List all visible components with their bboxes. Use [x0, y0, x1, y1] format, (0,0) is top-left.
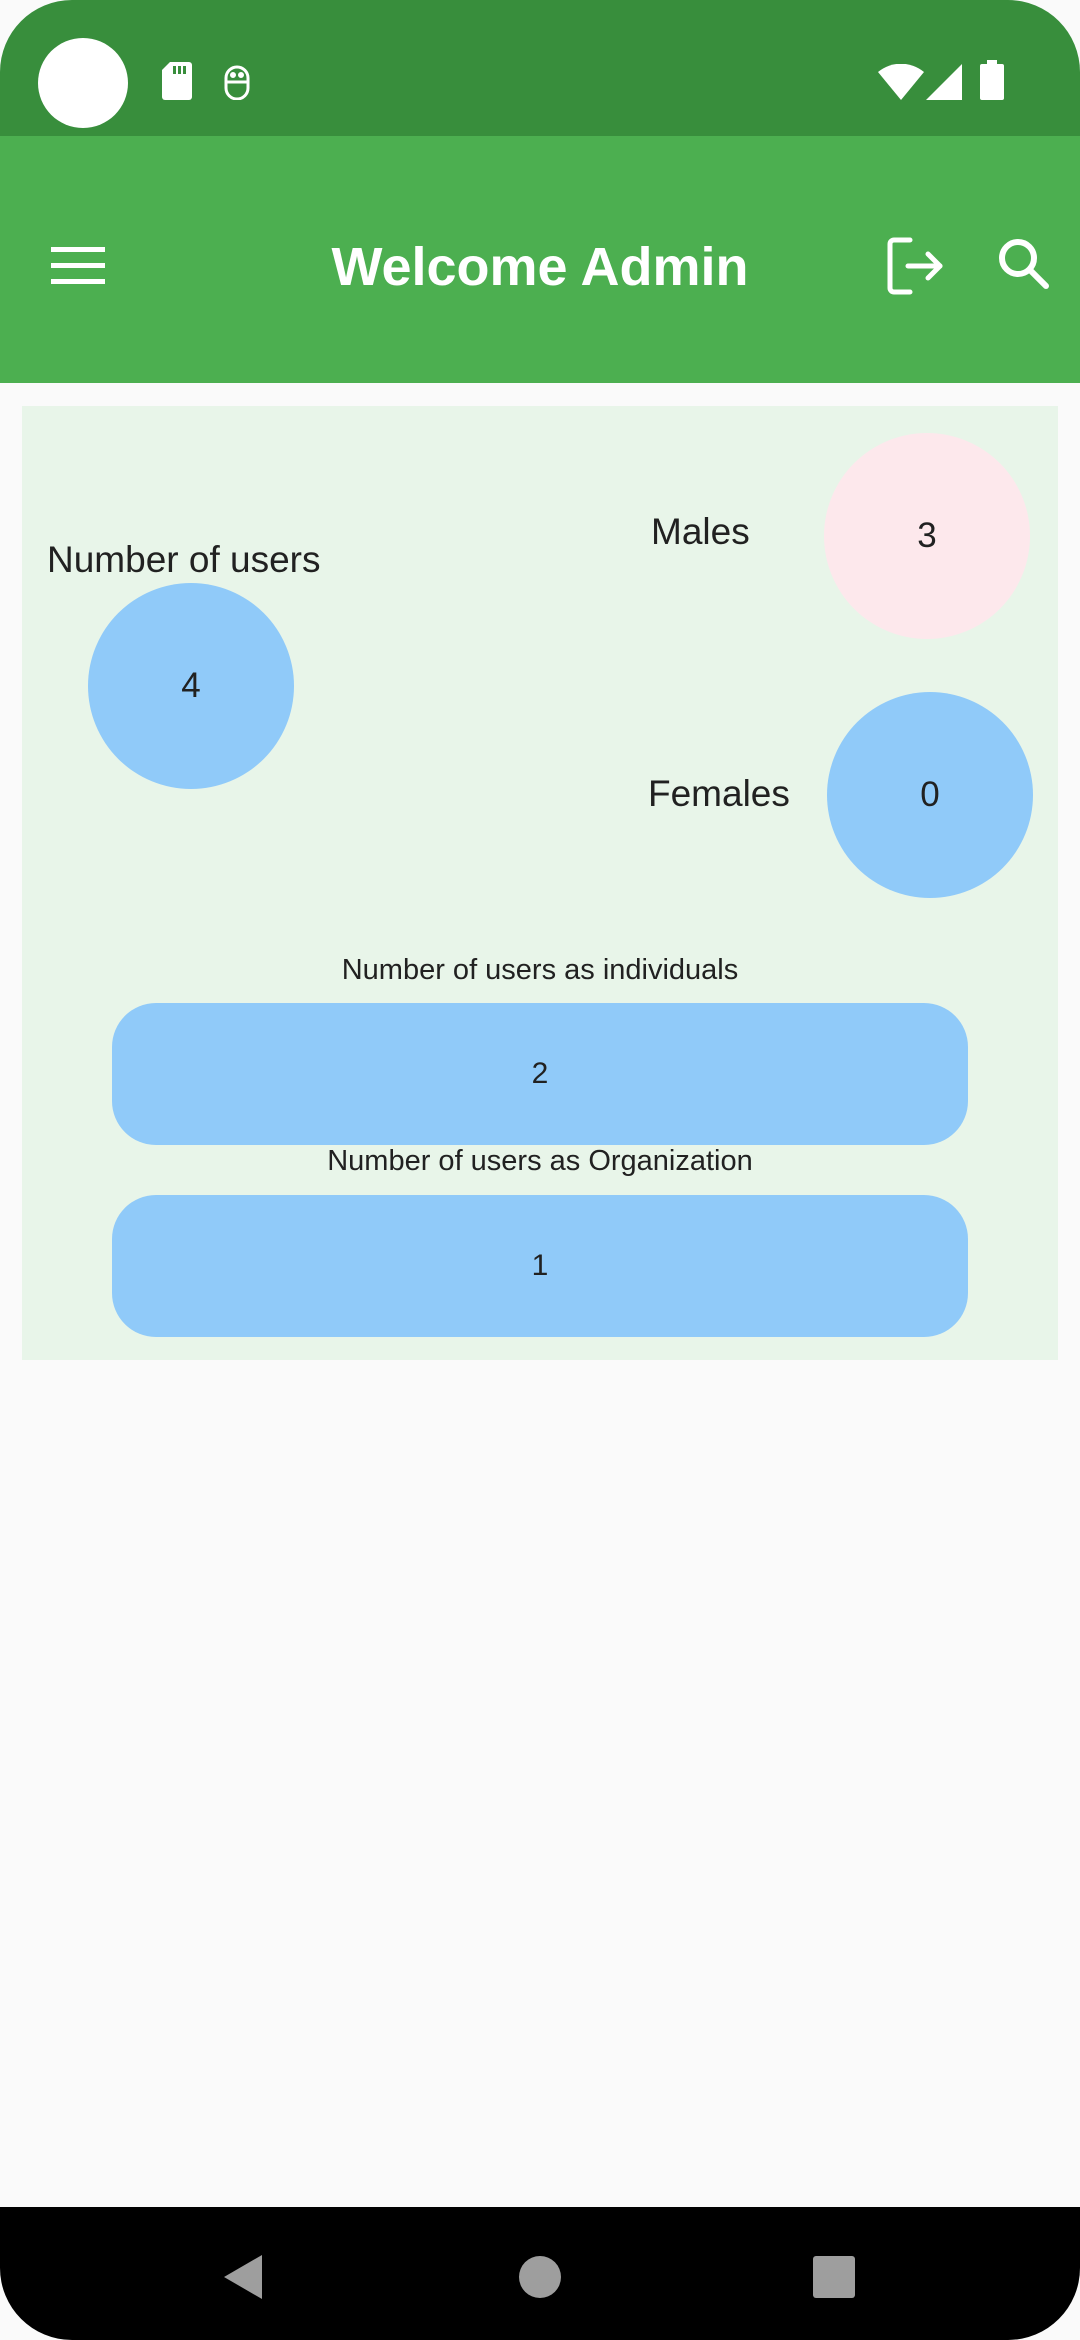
cell-signal-icon	[926, 64, 962, 105]
males-circle: 3	[824, 433, 1030, 639]
total-users-label: Number of users	[47, 539, 321, 580]
stats-panel: Number of users 4 Males 3 Females 0 Numb…	[22, 406, 1058, 1360]
males-value: 3	[917, 516, 937, 555]
android-debug-icon	[222, 62, 252, 105]
organization-label: Number of users as Organization	[327, 1145, 753, 1177]
males-label: Males	[651, 511, 750, 552]
home-icon[interactable]	[516, 2253, 564, 2301]
females-value: 0	[920, 775, 940, 814]
search-icon	[990, 239, 1062, 306]
logout-icon	[880, 237, 952, 306]
recents-icon[interactable]	[810, 2253, 858, 2301]
battery-icon	[980, 60, 1004, 105]
sd-card-icon	[162, 62, 192, 105]
search-button[interactable]	[990, 230, 1062, 302]
wifi-icon	[878, 63, 924, 105]
individuals-card: 2	[112, 1003, 968, 1145]
total-users-circle: 4	[88, 583, 294, 789]
total-users-value: 4	[181, 666, 201, 705]
logout-button[interactable]	[880, 230, 952, 302]
individuals-label: Number of users as individuals	[341, 954, 739, 986]
back-icon[interactable]	[220, 2253, 268, 2301]
individuals-value: 2	[531, 1057, 549, 1090]
females-circle: 0	[827, 692, 1033, 898]
females-label: Females	[648, 773, 790, 814]
system-nav-bar	[0, 2207, 1080, 2340]
app-bar: Welcome Admin	[0, 136, 1080, 383]
camera-cutout	[38, 38, 128, 128]
status-bar	[0, 0, 1080, 136]
organization-value: 1	[531, 1249, 549, 1282]
organization-card: 1	[112, 1195, 968, 1337]
